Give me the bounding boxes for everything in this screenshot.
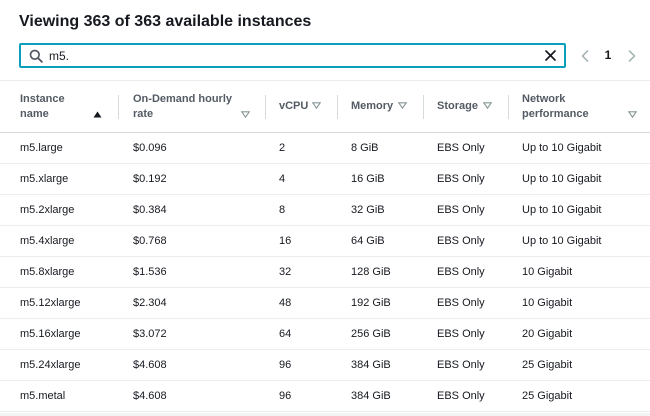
- cell-name: m5.16xlarge: [20, 328, 81, 340]
- cell-vcpu: 48: [279, 297, 292, 309]
- cell-network: 20 Gigabit: [522, 328, 573, 340]
- cell-storage: EBS Only: [437, 266, 485, 278]
- cell-network: Up to 10 Gigabit: [522, 173, 602, 185]
- cell-storage: EBS Only: [437, 204, 485, 216]
- cell-name: m5.24xlarge: [20, 359, 81, 371]
- table-row[interactable]: m5.2xlarge $0.384 8 32 GiB EBS Only Up to 10 …: [0, 195, 650, 226]
- sort-icon: [312, 102, 321, 109]
- cell-storage: EBS Only: [437, 359, 485, 371]
- cell-rate: $0.096: [133, 142, 167, 154]
- cell-name: m5.metal: [20, 390, 66, 402]
- cell-memory: 128 GiB: [351, 266, 391, 278]
- cell-network: 25 Gigabit: [522, 390, 573, 402]
- cell-network: Up to 10 Gigabit: [522, 235, 602, 247]
- column-header-label: Storage: [437, 100, 478, 112]
- page-title: Viewing 363 of 363 available instances: [19, 13, 312, 30]
- search-icon: [29, 49, 43, 63]
- sort-icon: [483, 102, 492, 109]
- cell-storage: EBS Only: [437, 173, 485, 185]
- sort-icon: [241, 111, 250, 118]
- cell-memory: 16 GiB: [351, 173, 385, 185]
- cell-name: m5.large: [20, 142, 63, 154]
- column-header-label: vCPU: [279, 100, 309, 112]
- cell-storage: EBS Only: [437, 142, 485, 154]
- cell-network: Up to 10 Gigabit: [522, 204, 602, 216]
- column-header-storage[interactable]: Storage: [424, 81, 508, 132]
- cell-name: m5.4xlarge: [20, 235, 75, 247]
- sort-icon: [398, 102, 407, 109]
- cell-memory: 8 GiB: [351, 142, 379, 154]
- column-header-vcpu[interactable]: vCPU: [266, 81, 337, 132]
- cell-name: m5.xlarge: [20, 173, 69, 185]
- column-header-memory[interactable]: Memory: [338, 81, 423, 132]
- cell-vcpu: 2: [279, 142, 286, 154]
- cell-network: Up to 10 Gigabit: [522, 142, 602, 154]
- column-header-label: Memory: [351, 100, 394, 112]
- table-row[interactable]: m5.large $0.096 2 8 GiB EBS Only Up to 10 Gig…: [0, 133, 650, 164]
- cell-vcpu: 32: [279, 266, 292, 278]
- instance-list-panel: Viewing 363 of 363 available instances 1…: [0, 0, 650, 416]
- column-header-label: rate: [133, 108, 154, 120]
- table-row[interactable]: m5.12xlarge $2.304 48 192 GiB EBS Only 10 Gig…: [0, 288, 650, 319]
- column-header-label: name: [20, 108, 49, 120]
- sort-ascending-icon: [93, 111, 102, 118]
- chevron-right-icon[interactable]: [627, 49, 637, 63]
- cell-vcpu: 8: [279, 204, 286, 216]
- column-header-label: Network: [522, 93, 566, 105]
- table-row[interactable]: m5.8xlarge $1.536 32 128 GiB EBS Only 10 Giga…: [0, 257, 650, 288]
- cell-rate: $0.768: [133, 235, 167, 247]
- cell-name: m5.12xlarge: [20, 297, 81, 309]
- cell-vcpu: 4: [279, 173, 286, 185]
- search-box[interactable]: [19, 43, 566, 68]
- cell-memory: 384 GiB: [351, 359, 391, 371]
- chevron-left-icon[interactable]: [580, 49, 590, 63]
- cell-name: m5.8xlarge: [20, 266, 75, 278]
- column-header-on-demand-rate[interactable]: On-Demand hourly rate: [119, 81, 265, 132]
- cell-storage: EBS Only: [437, 328, 485, 340]
- table-row[interactable]: m5.metal $4.608 96 384 GiB EBS Only 25 Gigabi…: [0, 381, 650, 412]
- search-input[interactable]: [49, 47, 529, 64]
- cell-storage: EBS Only: [437, 297, 485, 309]
- cell-vcpu: 96: [279, 359, 292, 371]
- instances-table: Instance name On-Demand hourly rate vCPU…: [0, 80, 650, 413]
- cell-memory: 192 GiB: [351, 297, 391, 309]
- cell-rate: $4.608: [133, 390, 167, 402]
- cell-memory: 384 GiB: [351, 390, 391, 402]
- cell-rate: $4.608: [133, 359, 167, 371]
- cell-vcpu: 64: [279, 328, 292, 340]
- table-row[interactable]: m5.16xlarge $3.072 64 256 GiB EBS Only 20 Gig…: [0, 319, 650, 350]
- cell-vcpu: 16: [279, 235, 292, 247]
- column-header-label: performance: [522, 108, 589, 120]
- cell-rate: $0.384: [133, 204, 167, 216]
- cell-name: m5.2xlarge: [20, 204, 75, 216]
- sort-icon: [628, 111, 637, 118]
- cell-rate: $3.072: [133, 328, 167, 340]
- cell-network: 25 Gigabit: [522, 359, 573, 371]
- cell-network: 10 Gigabit: [522, 266, 573, 278]
- table-row[interactable]: m5.4xlarge $0.768 16 64 GiB EBS Only Up to 10…: [0, 226, 650, 257]
- cell-rate: $2.304: [133, 297, 167, 309]
- cell-memory: 64 GiB: [351, 235, 385, 247]
- cell-network: 10 Gigabit: [522, 297, 573, 309]
- column-header-label: On-Demand hourly: [133, 93, 233, 105]
- cell-rate: $0.192: [133, 173, 167, 185]
- table-header: Instance name On-Demand hourly rate vCPU…: [0, 81, 650, 133]
- close-icon[interactable]: [543, 48, 558, 63]
- cell-storage: EBS Only: [437, 235, 485, 247]
- column-header-network-performance[interactable]: Network performance: [509, 81, 650, 132]
- pagination: 1: [576, 45, 646, 67]
- cell-memory: 32 GiB: [351, 204, 385, 216]
- table-row[interactable]: m5.24xlarge $4.608 96 384 GiB EBS Only 25 Gig…: [0, 350, 650, 381]
- cell-memory: 256 GiB: [351, 328, 391, 340]
- cell-vcpu: 96: [279, 390, 292, 402]
- column-header-label: Instance: [20, 93, 65, 105]
- table-row[interactable]: m5.xlarge $0.192 4 16 GiB EBS Only Up to 10 G…: [0, 164, 650, 195]
- cell-storage: EBS Only: [437, 390, 485, 402]
- cell-rate: $1.536: [133, 266, 167, 278]
- column-header-instance-name[interactable]: Instance name: [0, 81, 118, 132]
- page-number-button[interactable]: 1: [600, 48, 616, 62]
